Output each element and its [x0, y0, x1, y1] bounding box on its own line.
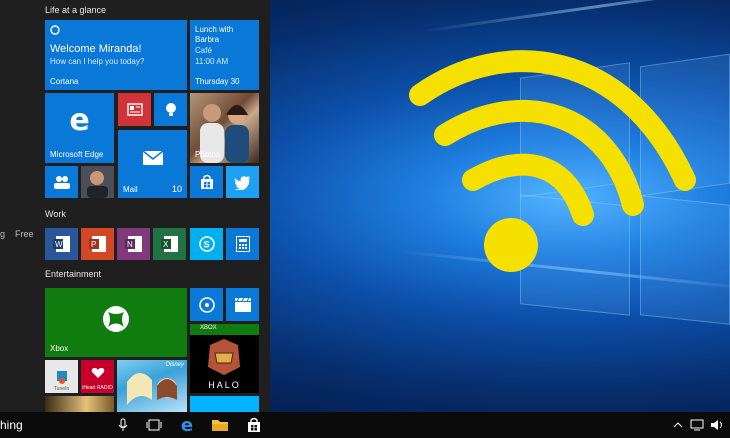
group-title-life: Life at a glance	[45, 5, 107, 15]
word-icon: W	[45, 228, 78, 260]
groove-music-tile[interactable]	[190, 288, 223, 321]
iheart-radio-tile[interactable]: iHeart RADIO	[81, 360, 114, 393]
tunein-label: TuneIn	[53, 386, 70, 392]
clapperboard-icon	[226, 288, 259, 321]
svg-text:S: S	[203, 240, 209, 250]
calculator-tile[interactable]	[226, 228, 259, 260]
halo-tile[interactable]: XBOX HALO	[190, 324, 259, 393]
halo-helmet-image	[208, 339, 240, 375]
edge-tile[interactable]: e Microsoft Edge	[45, 93, 114, 163]
tips-tile[interactable]	[154, 93, 187, 126]
cortana-subtitle: How can I help you today?	[50, 57, 145, 66]
app-list-column: g Free	[0, 0, 40, 412]
group-title-work: Work	[45, 209, 66, 219]
store-taskbar-icon[interactable]	[242, 412, 266, 438]
calculator-icon	[226, 228, 259, 260]
start-menu: g Free Life at a glance Welcome Miranda!…	[0, 0, 270, 412]
photos-label: Photos	[195, 150, 220, 159]
store-icon	[190, 166, 223, 198]
store-tile[interactable]	[190, 166, 223, 198]
excel-tile[interactable]: X	[153, 228, 186, 260]
edge-label: Microsoft Edge	[50, 150, 104, 159]
svg-text:P: P	[91, 240, 96, 249]
disney-frozen-tile[interactable]: Disney	[117, 360, 187, 412]
mail-icon	[118, 130, 187, 192]
skype-tile[interactable]: S	[190, 228, 223, 260]
svg-text:X: X	[163, 240, 169, 249]
contact-photo-tile[interactable]	[81, 166, 114, 198]
cortana-tile[interactable]: Welcome Miranda! How can I help you toda…	[45, 20, 187, 90]
tunein-tile[interactable]: TuneIn	[45, 360, 78, 393]
light-beam	[420, 0, 730, 33]
photos-tile[interactable]: Photos	[190, 93, 259, 163]
partial-tile[interactable]	[45, 396, 114, 412]
powerpoint-icon: P	[81, 228, 114, 260]
wifi-icon	[409, 50, 696, 272]
search-box-text[interactable]: hing	[0, 418, 23, 432]
group-title-entertainment: Entertainment	[45, 269, 102, 279]
news-tile[interactable]	[118, 93, 151, 126]
network-icon[interactable]	[688, 412, 706, 438]
edge-taskbar-icon[interactable]: e	[175, 412, 199, 438]
excel-icon: X	[153, 228, 186, 260]
onenote-icon: N	[117, 228, 150, 260]
svg-text:W: W	[55, 240, 63, 249]
news-icon	[118, 93, 151, 126]
twitter-tile[interactable]	[226, 166, 259, 198]
xbox-label: Xbox	[50, 344, 69, 353]
xbox-tile[interactable]: Xbox	[45, 288, 187, 357]
movies-tv-tile[interactable]	[226, 288, 259, 321]
app-list-fragment-free: Free	[15, 229, 34, 239]
people-tile[interactable]	[45, 166, 78, 198]
lightbulb-icon	[154, 93, 187, 126]
halo-label: HALO	[208, 380, 241, 390]
xbox-badge-bar: XBOX	[190, 324, 259, 335]
mail-tile[interactable]: Mail 10	[118, 130, 187, 198]
cortana-greeting: Welcome Miranda!	[50, 43, 142, 55]
skype-icon: S	[190, 228, 223, 260]
calendar-location: Café	[195, 46, 212, 55]
xbox-badge-label: XBOX	[200, 325, 217, 331]
calendar-event-line1: Lunch with	[195, 25, 234, 34]
svg-text:N: N	[127, 240, 133, 249]
cortana-icon	[50, 25, 60, 35]
disney-label: Disney	[165, 362, 184, 368]
word-tile[interactable]: W	[45, 228, 78, 260]
onenote-tile[interactable]: N	[117, 228, 150, 260]
calendar-date: Thursday 30	[195, 77, 240, 86]
mail-label: Mail	[123, 185, 138, 194]
calendar-tile[interactable]: Lunch with Barbra Café 11:00 AM Thursday…	[190, 20, 259, 90]
edge-icon: e	[69, 102, 90, 138]
microphone-icon[interactable]	[113, 412, 133, 438]
calendar-time: 11:00 AM	[195, 57, 229, 66]
iheart-label: iHeart RADIO	[82, 385, 113, 391]
partial-tile-blue[interactable]	[190, 396, 259, 412]
calendar-event-line2: Barbra	[195, 35, 220, 44]
music-disc-icon	[190, 288, 223, 321]
mail-count-badge: 10	[171, 184, 182, 194]
file-explorer-icon[interactable]	[208, 412, 232, 438]
volume-icon[interactable]	[708, 412, 726, 438]
chevron-up-icon[interactable]	[670, 412, 686, 438]
app-list-fragment: g	[0, 229, 6, 239]
cortana-label: Cortana	[50, 77, 79, 86]
contact-avatar	[81, 166, 114, 198]
powerpoint-tile[interactable]: P	[81, 228, 114, 260]
task-view-icon[interactable]	[143, 412, 165, 438]
twitter-bird-icon	[226, 166, 259, 198]
taskbar: hing e	[0, 412, 730, 438]
people-icon	[45, 166, 78, 198]
